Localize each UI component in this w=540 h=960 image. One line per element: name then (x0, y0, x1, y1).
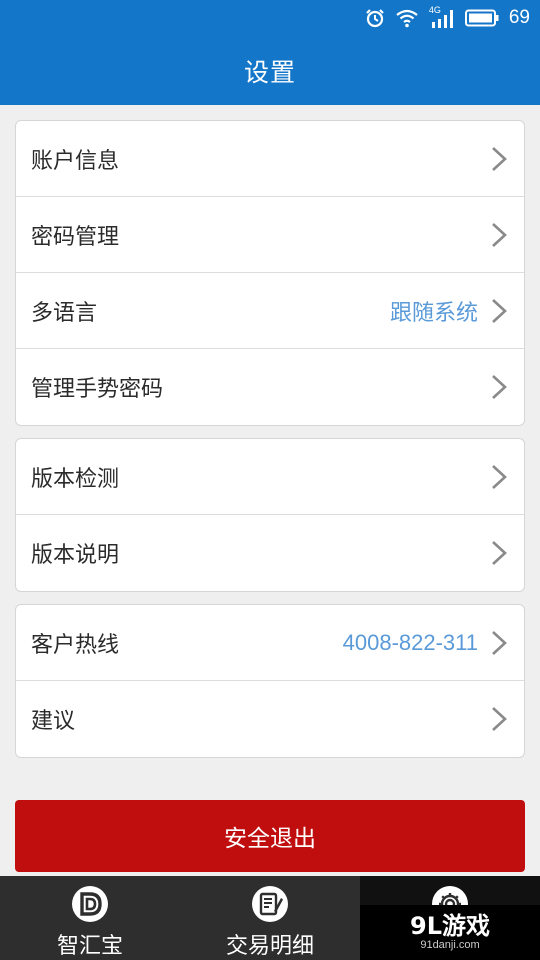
row-label: 账户信息 (31, 148, 120, 174)
logout-button[interactable]: 安全退出 (15, 800, 525, 872)
tab-label: 交易明细 (225, 934, 314, 959)
row-label: 版本检测 (31, 466, 120, 492)
status-bar: 4G 69 (0, 0, 540, 36)
row-label: 多语言 (31, 300, 98, 326)
settings-group-account: 账户信息 密码管理 多语言 跟随系统 管理手势密码 (15, 120, 525, 426)
chevron-right-icon (492, 630, 507, 655)
settings-row-version-check[interactable]: 版本检测 (16, 439, 524, 515)
chevron-right-icon (492, 464, 507, 489)
row-label: 密码管理 (31, 224, 120, 250)
battery-level: 69 (508, 7, 530, 28)
signal-icon: 4G (429, 5, 455, 29)
watermark-logo: 9L游戏 91danji.com (360, 905, 540, 960)
watermark-sub: 91danji.com (420, 939, 480, 951)
tab-transactions[interactable]: 交易明细 (180, 876, 360, 960)
chevron-right-icon (492, 541, 507, 565)
watermark-main: 9L游戏 (410, 912, 490, 940)
alarm-icon (365, 8, 385, 28)
row-label: 客户热线 (31, 632, 120, 658)
settings-row-password[interactable]: 密码管理 (16, 197, 524, 273)
settings-row-feedback[interactable]: 建议 (16, 681, 524, 757)
settings-row-language[interactable]: 多语言 跟随系统 (16, 273, 524, 349)
settings-row-account-info[interactable]: 账户信息 (16, 121, 524, 197)
d-logo-icon (72, 886, 108, 922)
row-label: 管理手势密码 (31, 377, 164, 402)
chevron-right-icon (492, 222, 507, 247)
tab-zhihuibao[interactable]: 智汇宝 (0, 876, 180, 960)
row-value: 跟随系统 (389, 299, 478, 325)
chevron-right-icon (492, 375, 507, 399)
settings-group-support: 客户热线 4008-822-311 建议 (15, 604, 525, 758)
settings-row-gesture-password[interactable]: 管理手势密码 (16, 349, 524, 425)
settings-group-version: 版本检测 版本说明 (15, 438, 525, 592)
chevron-right-icon (492, 146, 507, 171)
hotline-number: 4008-822-311 (342, 629, 478, 655)
tab-label: 智汇宝 (56, 934, 123, 959)
row-label: 建议 (31, 709, 76, 734)
wifi-icon (395, 8, 419, 28)
status-icons: 4G 69 (365, 5, 530, 30)
header-bar: 4G 69 设置 (0, 0, 540, 105)
battery-icon (464, 9, 499, 27)
chevron-right-icon (492, 298, 507, 323)
document-edit-icon (252, 886, 288, 922)
chevron-right-icon (492, 707, 507, 731)
row-label: 版本说明 (31, 543, 120, 568)
settings-row-hotline[interactable]: 客户热线 4008-822-311 (16, 605, 524, 681)
settings-row-version-notes[interactable]: 版本说明 (16, 515, 524, 591)
page-title: 设置 (243, 57, 296, 87)
